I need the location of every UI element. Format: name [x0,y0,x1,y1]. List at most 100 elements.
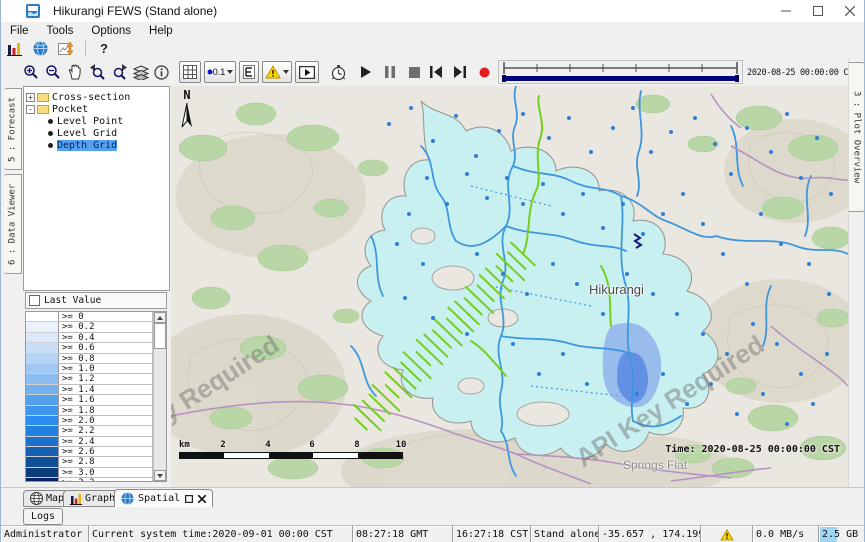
right-tab-strip: 3 : Plot Overview [848,58,865,487]
undock-tab-button[interactable] [185,495,193,503]
toolbar-separator [85,41,86,57]
legend-row[interactable]: >= 0.2 [26,322,153,332]
labels-button[interactable] [239,61,259,83]
close-tab-button[interactable] [198,495,206,503]
pause-button[interactable] [381,64,399,80]
grid-display-button[interactable] [179,61,201,83]
play-button[interactable] [357,64,375,80]
layers-icon[interactable] [131,63,151,81]
tab-forecast[interactable]: 5 : Forecast [4,88,22,170]
legend-row[interactable]: >= 2.8 [26,457,153,467]
legend-row[interactable]: >= 1.2 [26,374,153,384]
legend-row[interactable]: >= 2.4 [26,437,153,447]
legend-row[interactable]: >= 2.0 [26,416,153,426]
legend-label: >= 0.6 [59,343,153,353]
help-icon[interactable]: ? [92,41,116,56]
spatial-display-icon[interactable] [53,41,79,56]
interval-dropdown[interactable]: 0.1 [204,61,236,83]
minimize-button[interactable] [770,0,802,22]
warning-dropdown[interactable] [262,61,292,83]
legend-row[interactable]: >= 0.4 [26,333,153,343]
pan-hand-icon[interactable] [65,63,85,81]
legend-row[interactable]: >= 1.6 [26,395,153,405]
legend-label: >= 2.8 [59,457,153,467]
first-frame-button[interactable] [427,64,445,80]
legend-row[interactable]: >= 2.6 [26,447,153,457]
legend-label: >= 1.2 [59,374,153,384]
close-button[interactable] [834,0,865,22]
maximize-button[interactable] [802,0,834,22]
folder-icon [37,105,49,114]
collapse-icon[interactable]: - [26,105,35,114]
globe-icon[interactable] [27,41,53,56]
info-icon[interactable] [151,63,171,81]
record-button[interactable] [475,64,493,80]
menu-tools[interactable]: Tools [38,24,83,38]
legend-label: >= 2.0 [59,416,153,426]
legend-row[interactable]: >= 0 [26,312,153,322]
tree-item-level-point[interactable]: Level Point [24,115,169,127]
movie-export-button[interactable] [295,61,319,83]
map-viewport[interactable]: N API Key Required API Key Required Hiku… [171,86,848,487]
bar-chart-icon [70,493,82,505]
legend-label: >= 1.0 [59,364,153,374]
scroll-up-button[interactable] [154,312,166,323]
view-tab-bar: Map Graph Spatial [1,487,865,508]
legend-swatch [26,406,59,416]
map-time-label: Time: 2020-08-25 00:00:00 CST [665,444,840,455]
scroll-thumb[interactable] [154,323,166,349]
tab-spatial[interactable]: Spatial [114,489,213,508]
last-value-checkbox[interactable]: Last Value [25,292,167,309]
scale-tick: 4 [265,440,270,450]
legend-row[interactable]: >= 3.2 [26,478,153,482]
zoom-out-icon[interactable] [43,63,63,81]
legend-row[interactable]: >= 1.4 [26,385,153,395]
legend-swatch [26,395,59,405]
scroll-down-button[interactable] [154,470,166,481]
tree-item-level-grid[interactable]: Level Grid [24,127,169,139]
zoom-next-icon[interactable] [109,63,129,81]
legend-row[interactable]: >= 0.8 [26,354,153,364]
window-title: Hikurangi FEWS (Stand alone) [53,4,217,18]
legend-row[interactable]: >= 3.0 [26,468,153,478]
globe-icon [30,492,43,505]
status-memory: 2.5 GB [819,526,865,542]
logs-row: Logs [1,507,865,525]
status-warning[interactable] [701,526,753,542]
legend-row[interactable]: >= 1.0 [26,364,153,374]
main-toolbar: ? [1,39,865,59]
legend-label: >= 0.8 [59,354,153,364]
checkbox-icon[interactable] [29,295,40,306]
legend-row[interactable]: >= 2.2 [26,426,153,436]
legend-row[interactable]: >= 1.8 [26,406,153,416]
zoom-in-icon[interactable] [21,63,41,81]
last-frame-button[interactable] [451,64,469,80]
scale-tick: 2 [220,440,225,450]
tab-data-viewer[interactable]: 6 : Data Viewer [4,174,22,274]
legend-scrollbar[interactable] [153,312,166,481]
legend-swatch [26,343,59,353]
menu-file[interactable]: File [1,24,38,38]
stop-button[interactable] [405,64,423,80]
legend-label: >= 3.0 [59,468,153,478]
legend-label: >= 2.6 [59,447,153,457]
tree-item-pocket[interactable]: - Pocket [24,103,169,115]
tree-item-cross-section[interactable]: + Cross-section [24,91,169,103]
legend-swatch [26,333,59,343]
tab-plot-overview[interactable]: 3 : Plot Overview [849,62,865,212]
tree-item-depth-grid[interactable]: Depth Grid [24,139,169,151]
logs-button[interactable]: Logs [23,508,63,525]
map-toolbar: 0.1 [1,58,848,86]
legend-row[interactable]: >= 0.6 [26,343,153,353]
timer-icon[interactable] [327,62,349,82]
timeseries-display-icon[interactable] [1,42,27,56]
expand-icon[interactable]: + [26,93,35,102]
menu-help[interactable]: Help [140,24,182,38]
map-canvas [171,86,848,487]
legend-swatch [26,457,59,467]
zoom-previous-icon[interactable] [87,63,107,81]
status-download-rate: 0.0 MB/s [753,526,819,542]
timeline-slider[interactable] [498,60,743,89]
menu-options[interactable]: Options [82,24,140,38]
legend-label: >= 3.2 [59,478,153,482]
